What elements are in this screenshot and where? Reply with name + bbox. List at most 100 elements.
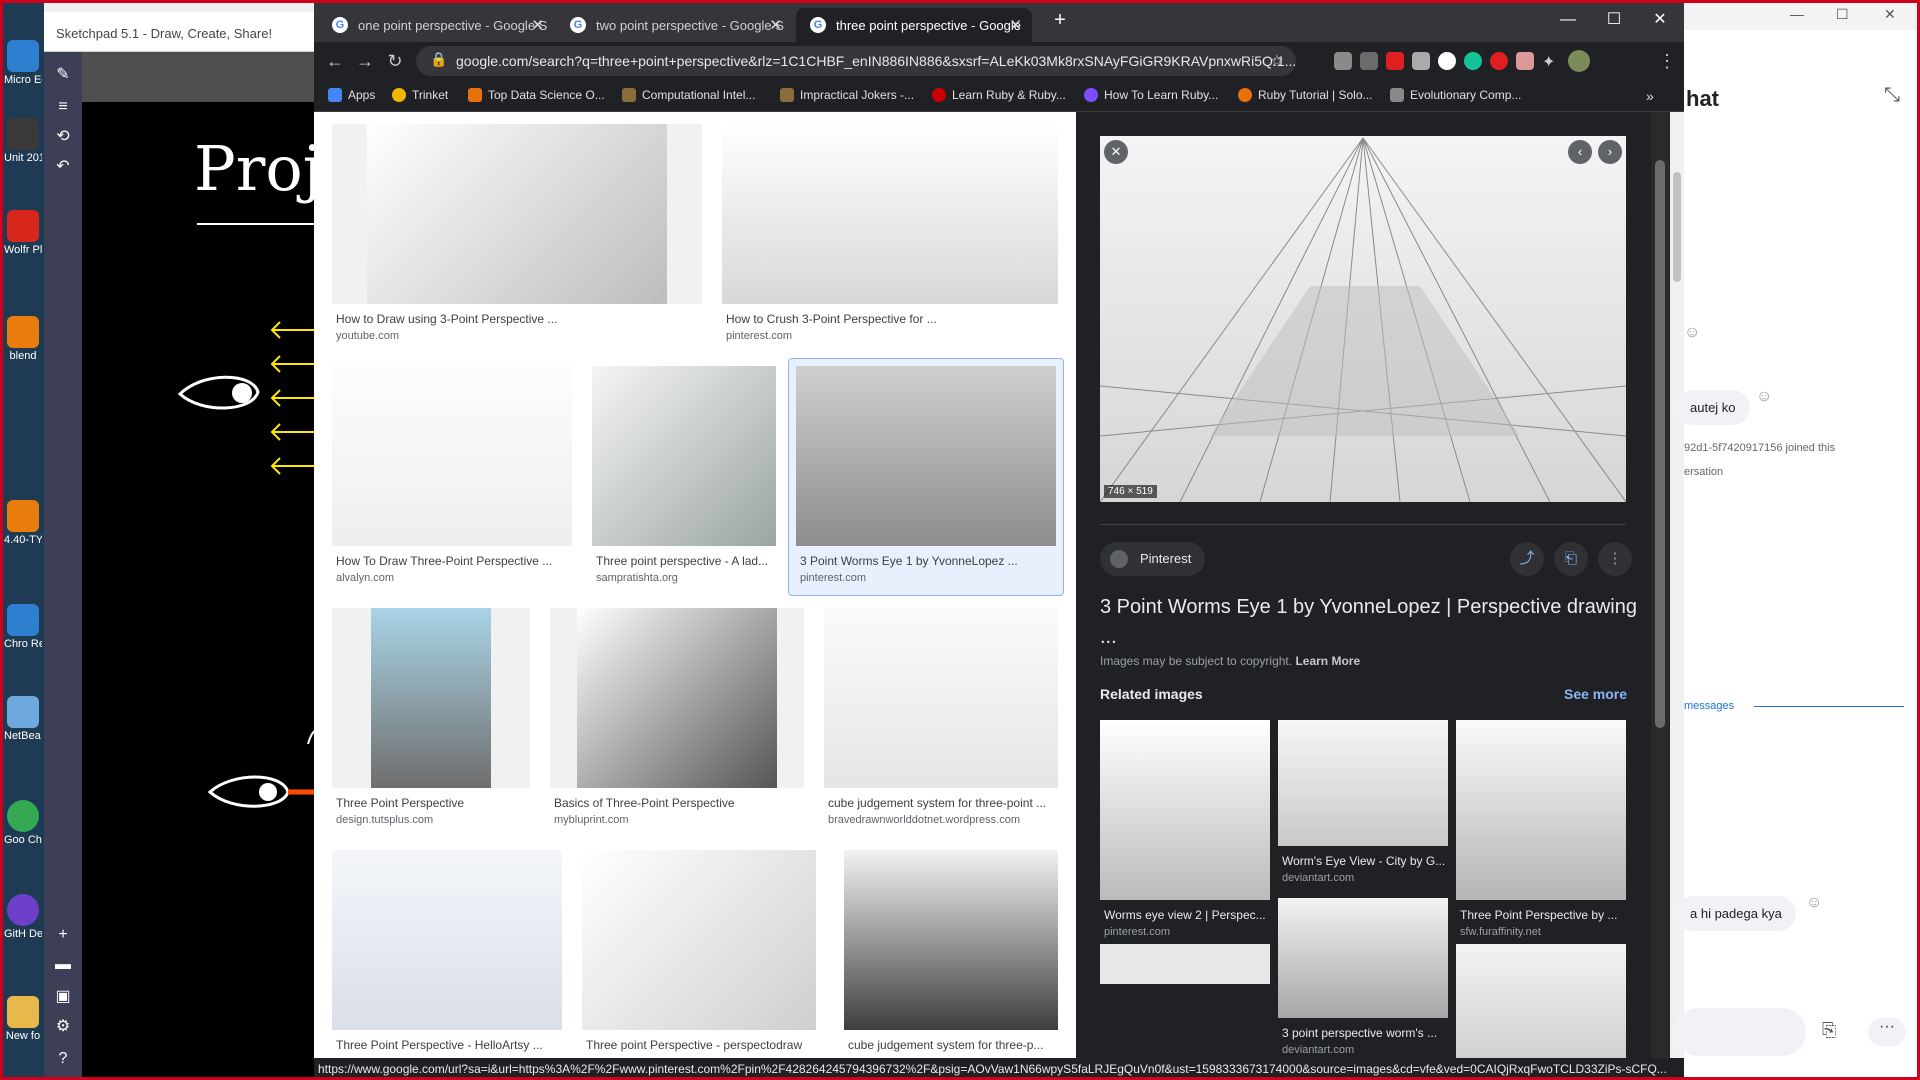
preview-scrollbar[interactable] (1651, 112, 1669, 1062)
settings-icon[interactable]: ⚙ (51, 1016, 75, 1038)
minimize-icon[interactable]: — (1548, 6, 1588, 34)
desktop-icon-folder[interactable]: New fo (4, 996, 42, 1043)
result-title[interactable]: 3 Point Worms Eye 1 by YvonneLopez ... (800, 554, 1052, 568)
desktop-icon-chrome-remote[interactable]: Chro Remo (4, 604, 42, 651)
avatar[interactable] (1568, 50, 1590, 72)
related-title[interactable]: 3 point perspective worm's ... (1282, 1026, 1448, 1040)
result-image[interactable] (332, 366, 572, 546)
result-title[interactable]: How to Crush 3-Point Perspective for ... (726, 312, 1056, 326)
result-image[interactable] (592, 366, 776, 546)
preview-title[interactable]: 3 Point Worms Eye 1 by YvonneLopez | Per… (1100, 592, 1640, 652)
related-image[interactable] (1456, 720, 1626, 900)
extension-icon[interactable] (1516, 52, 1534, 70)
expand-icon[interactable]: ⤡ (1884, 84, 1900, 107)
desktop-icon-edge[interactable]: Micro Edg (4, 40, 42, 87)
desktop-icon-wolfram[interactable]: Wolfr Player (4, 210, 42, 257)
result-title[interactable]: Three Point Perspective (336, 796, 530, 810)
desktop-icon-chrome[interactable]: Goo Chro (4, 800, 42, 847)
result-image[interactable] (332, 850, 562, 1030)
bookmark-how-to-learn-ruby[interactable]: How To Learn Ruby... (1084, 88, 1218, 102)
location-icon[interactable] (1360, 52, 1378, 70)
result-image[interactable] (824, 608, 1058, 788)
chat-input[interactable] (1674, 1008, 1806, 1056)
back-icon[interactable]: ← (322, 48, 348, 74)
brush-tool-icon[interactable]: ✎ (51, 64, 75, 86)
see-more-link[interactable]: See more (1564, 686, 1627, 702)
result-title[interactable]: Basics of Three-Point Perspective (554, 796, 804, 810)
bookmark-computational-intel[interactable]: Computational Intel... (622, 88, 755, 102)
bookmark-apps[interactable]: Apps (328, 88, 375, 102)
close-window-icon[interactable]: ✕ (1884, 6, 1896, 23)
extension-icon[interactable] (1334, 52, 1352, 70)
next-image-icon[interactable]: › (1598, 140, 1622, 164)
puzzle-icon[interactable]: ✦ (1542, 52, 1560, 71)
bookmark-impractical-jokers[interactable]: Impractical Jokers -... (780, 88, 914, 102)
result-title[interactable]: How to Draw using 3-Point Perspective ..… (336, 312, 696, 326)
share-icon[interactable]: ⤴ (1510, 542, 1544, 576)
react-emoji-icon[interactable]: ☺ (1806, 894, 1822, 912)
bookmark-star-icon[interactable]: ☆ (1270, 51, 1284, 71)
tab-two-point[interactable]: G two point perspective - Google S ✕ (556, 8, 792, 42)
result-title[interactable]: Three point perspective - A lad... (596, 554, 776, 568)
tab-three-point[interactable]: G three point perspective - Google ✕ (796, 8, 1032, 42)
close-window-icon[interactable]: ✕ (1640, 6, 1680, 34)
result-image[interactable] (796, 366, 1056, 546)
bookmark-data-science[interactable]: Top Data Science O... (468, 88, 605, 102)
tab-close-icon[interactable]: ✕ (1009, 16, 1022, 34)
desktop-icon-pdf[interactable]: 4.40-TY (4, 500, 42, 547)
grammarly-icon[interactable] (1464, 52, 1482, 70)
result-image[interactable] (332, 124, 702, 304)
related-image[interactable] (1456, 944, 1626, 1062)
layers-icon[interactable]: ≡ (51, 96, 75, 118)
history-icon[interactable]: ⟲ (51, 126, 75, 148)
result-title[interactable]: How To Draw Three-Point Perspective ... (336, 554, 572, 568)
related-title[interactable]: Three Point Perspective by ... (1460, 908, 1626, 922)
youtube-extension-icon[interactable] (1386, 52, 1404, 70)
result-image[interactable] (332, 608, 530, 788)
related-image[interactable] (1100, 720, 1270, 900)
tab-one-point[interactable]: G one point perspective - Google S ✕ (318, 8, 554, 42)
save-bookmark-icon[interactable]: ⎗ (1554, 542, 1588, 576)
result-title[interactable]: cube judgement system for three-p... (848, 1038, 1058, 1052)
scrollbar-thumb[interactable] (1655, 160, 1665, 728)
bookmark-evolutionary-comp[interactable]: Evolutionary Comp... (1390, 88, 1521, 102)
bookmark-ruby-tutorial[interactable]: Ruby Tutorial | Solo... (1238, 88, 1373, 102)
add-icon[interactable]: + (51, 924, 75, 946)
attach-icon[interactable]: ⎘ (1822, 1020, 1836, 1041)
new-tab-icon[interactable]: + (1040, 6, 1080, 34)
result-title[interactable]: Three point Perspective - perspectodraw (586, 1038, 816, 1052)
menu-icon[interactable]: ⋮ (1654, 48, 1680, 74)
result-title[interactable]: cube judgement system for three-point ..… (828, 796, 1058, 810)
learn-more-link[interactable]: Learn More (1295, 654, 1360, 668)
help-icon[interactable]: ? (51, 1048, 75, 1070)
desktop-icon-netbeans[interactable]: NetBea 8.2 (4, 696, 42, 743)
maximize-icon[interactable]: ☐ (1594, 6, 1634, 34)
related-image[interactable] (1278, 898, 1448, 1018)
close-preview-icon[interactable]: ✕ (1104, 140, 1128, 164)
sketchpad-canvas[interactable]: Project (82, 102, 418, 1080)
tab-close-icon[interactable]: ✕ (769, 16, 782, 34)
result-image[interactable] (844, 850, 1058, 1030)
save-icon[interactable]: ▣ (51, 986, 75, 1008)
previous-image-icon[interactable]: ‹ (1568, 140, 1592, 164)
preview-image[interactable]: ✕ ‹ › 746 × 519 (1100, 136, 1626, 502)
related-image[interactable] (1278, 720, 1448, 846)
extension-icon[interactable] (1490, 52, 1508, 70)
result-image[interactable] (722, 124, 1058, 304)
result-image[interactable] (582, 850, 816, 1030)
result-image[interactable] (550, 608, 804, 788)
extension-icon[interactable] (1412, 52, 1430, 70)
source-chip[interactable]: Pinterest (1100, 542, 1206, 576)
react-emoji-icon[interactable]: ☺ (1756, 388, 1772, 406)
related-title[interactable]: Worms eye view 2 | Perspec... (1104, 908, 1270, 922)
related-image[interactable] (1100, 944, 1270, 984)
scrollbar-thumb[interactable] (1673, 172, 1681, 282)
desktop-icon-blender[interactable]: blend (4, 316, 42, 363)
related-title[interactable]: Worm's Eye View - City by G... (1282, 854, 1448, 868)
open-folder-icon[interactable]: ▬ (51, 954, 75, 976)
emoji-icon[interactable]: ☺ (1684, 324, 1700, 342)
forward-icon[interactable]: → (352, 48, 378, 74)
desktop-icon-unity[interactable]: Unit 2019.4 (4, 118, 42, 165)
tab-close-icon[interactable]: ✕ (531, 16, 544, 34)
reload-icon[interactable]: ↻ (382, 48, 408, 74)
